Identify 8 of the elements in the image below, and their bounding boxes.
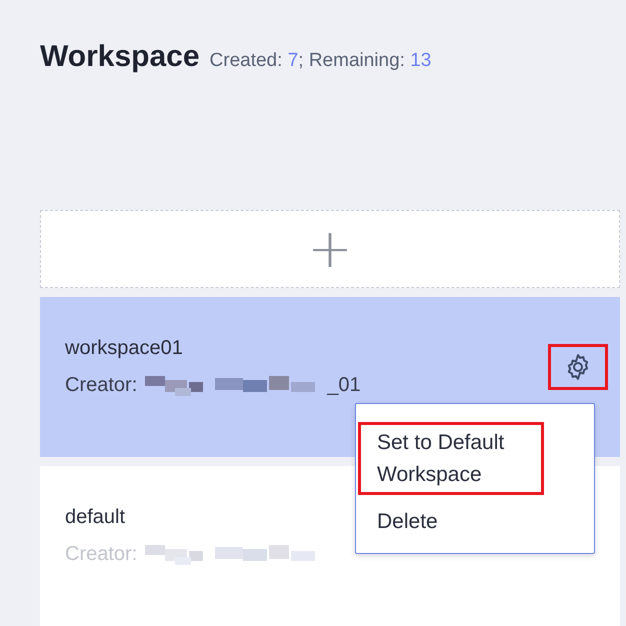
workspace-name: workspace01	[65, 336, 184, 360]
creator-suffix: _01	[327, 374, 361, 397]
workspace-count: Created: 7; Remaining: 13	[210, 50, 432, 72]
creator-label: Creator:	[65, 374, 138, 397]
menu-item[interactable]: Delete	[358, 501, 544, 542]
page-title: Workspace	[40, 40, 200, 74]
menu-item[interactable]: Set to Default Workspace	[358, 422, 544, 495]
workspace-name: default	[65, 506, 126, 528]
